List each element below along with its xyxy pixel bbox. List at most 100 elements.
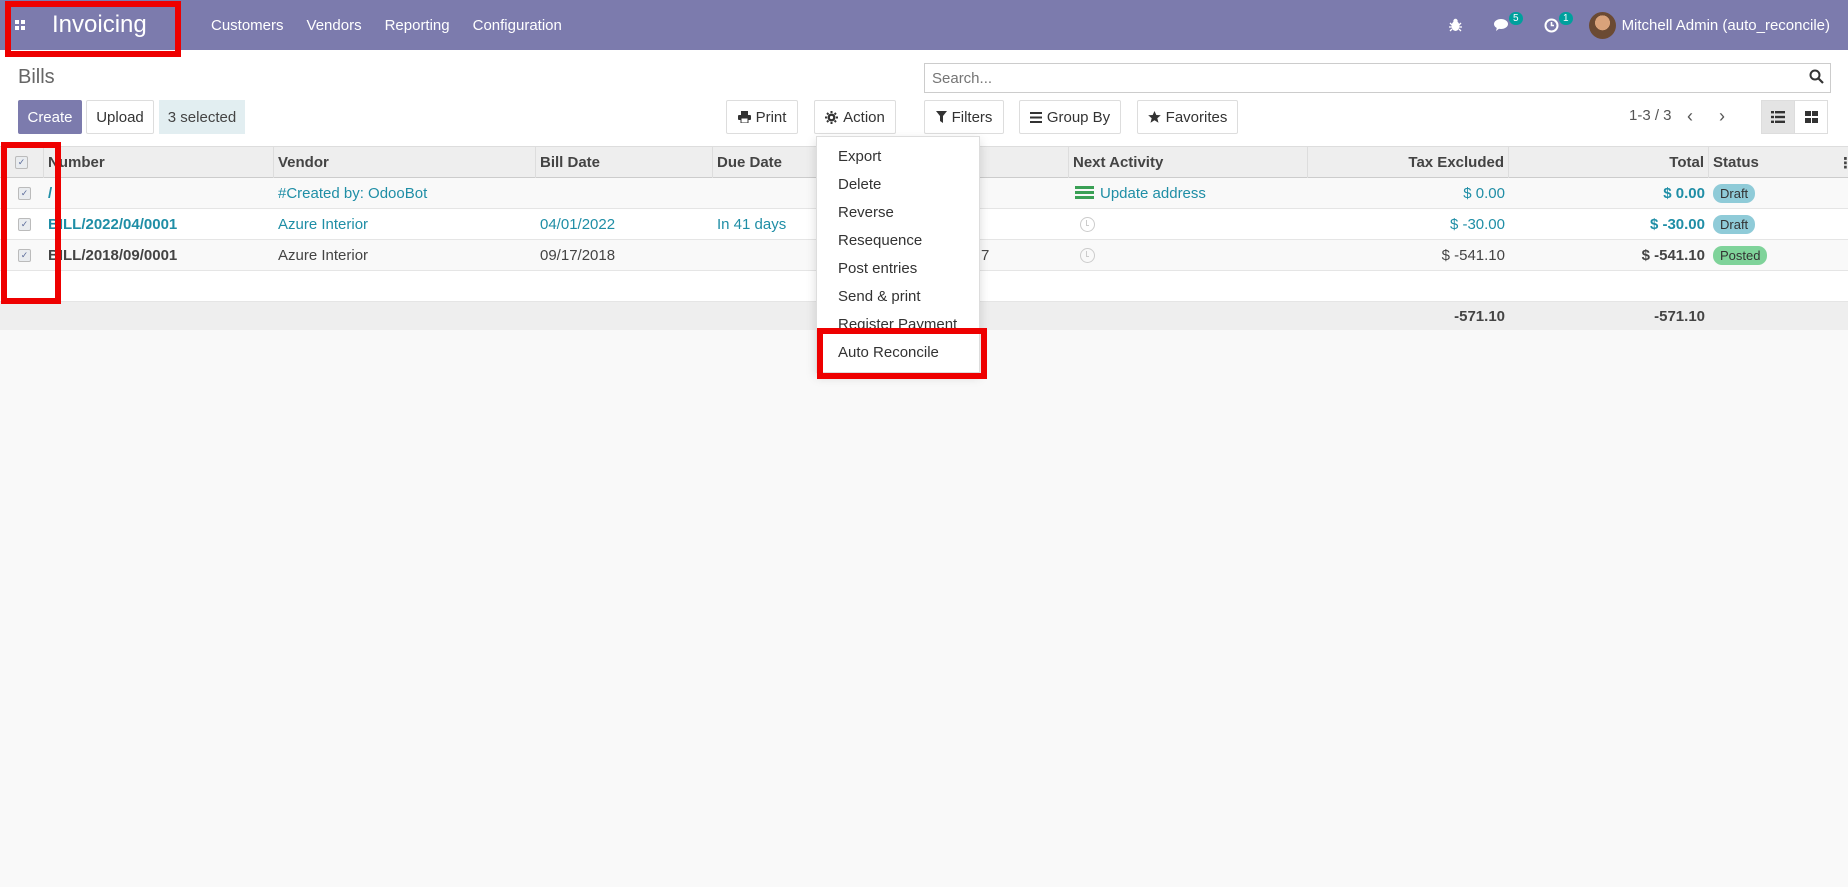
cell-vendor: #Created by: OdooBot [278, 185, 428, 202]
cell-tax-excluded: $ 0.00 [1463, 185, 1505, 202]
search-bar [924, 63, 1831, 93]
search-input[interactable] [932, 69, 1792, 87]
favorites-label: Favorites [1165, 108, 1228, 126]
column-vendor[interactable]: Vendor [274, 147, 536, 178]
clock-icon [1080, 248, 1095, 263]
activity-todo-icon [1075, 186, 1094, 201]
menu-configuration[interactable]: Configuration [473, 17, 562, 34]
cell-tax-excluded: $ -30.00 [1449, 216, 1505, 233]
list-view-button[interactable] [1761, 100, 1795, 134]
search-icon[interactable] [1809, 69, 1824, 84]
cell-total: $ -541.10 [1641, 247, 1705, 264]
user-menu[interactable]: Mitchell Admin (auto_reconcile) [1588, 11, 1830, 39]
filter-icon [935, 111, 947, 123]
status-badge: Draft [1713, 184, 1756, 203]
footer-tax-excluded: -571.10 [1454, 307, 1505, 325]
list-icon [1771, 111, 1785, 123]
main-menu: Customers Vendors Reporting Configuratio… [211, 17, 562, 34]
star-icon [1147, 111, 1161, 123]
page-title: Bills [18, 66, 55, 88]
group-by-button[interactable]: Group By [1019, 100, 1121, 134]
cell-number: / [48, 185, 53, 202]
cell-tax-excluded: $ -541.10 [1441, 247, 1505, 264]
cell-vendor: Azure Interior [278, 247, 369, 264]
menu-item-resequence[interactable]: Resequence [838, 232, 922, 249]
cell-total: $ 0.00 [1663, 185, 1705, 202]
menu-item-post-entries[interactable]: Post entries [838, 260, 917, 277]
pager-value[interactable]: 1-3 / 3 [1629, 107, 1672, 124]
action-dropdown-menu: Export Delete Reverse Resequence Post en… [816, 136, 980, 373]
column-number[interactable]: Number [44, 147, 274, 178]
kanban-view-button[interactable] [1794, 100, 1828, 134]
footer-total: -571.10 [1654, 307, 1705, 325]
row-checkbox[interactable]: ✓ [18, 218, 31, 231]
filters-label: Filters [951, 108, 993, 126]
activities-count-badge: 1 [1559, 12, 1573, 25]
messages-count-badge: 5 [1509, 12, 1523, 25]
menu-item-auto-reconcile[interactable]: Auto Reconcile [838, 344, 939, 361]
row-checkbox[interactable]: ✓ [18, 187, 31, 200]
menu-item-register-payment[interactable]: Register Payment [838, 316, 957, 333]
cell-bill-date: 09/17/2018 [540, 247, 616, 264]
column-status[interactable]: Status [1709, 147, 1819, 178]
cell-bill-date: 04/01/2022 [540, 216, 616, 233]
action-button[interactable]: Action [814, 100, 896, 134]
action-label: Action [843, 108, 885, 126]
gear-icon [825, 110, 839, 124]
filters-button[interactable]: Filters [924, 100, 1004, 134]
chevron-left-icon[interactable]: ‹ [1687, 107, 1693, 125]
chevron-right-icon[interactable]: › [1719, 107, 1725, 125]
apps-menu-icon[interactable] [0, 0, 40, 50]
user-name: Mitchell Admin (auto_reconcile) [1621, 16, 1830, 34]
column-next-activity[interactable]: Next Activity [1069, 147, 1308, 178]
row-checkbox-cell[interactable]: ✓ [14, 178, 35, 209]
create-button[interactable]: Create [18, 100, 82, 134]
menu-item-send-print[interactable]: Send & print [838, 288, 921, 305]
menu-customers[interactable]: Customers [211, 17, 284, 34]
menu-reporting[interactable]: Reporting [385, 17, 450, 34]
row-checkbox-cell[interactable]: ✓ [14, 240, 35, 271]
select-all-checkbox[interactable]: ✓ [15, 156, 28, 169]
menu-vendors[interactable]: Vendors [307, 17, 362, 34]
column-total[interactable]: Total [1509, 147, 1709, 178]
activities-icon[interactable]: 1 [1541, 12, 1573, 36]
menu-item-export[interactable]: Export [838, 148, 881, 165]
favorites-button[interactable]: Favorites [1137, 100, 1238, 134]
cell-next-activity[interactable]: Update address [1071, 178, 1210, 209]
column-tax-excluded[interactable]: Tax Excluded [1308, 147, 1509, 178]
upload-label: Upload [96, 108, 144, 126]
messages-icon[interactable]: 5 [1491, 12, 1523, 36]
activity-label: Update address [1100, 185, 1206, 202]
bug-icon[interactable] [1445, 14, 1467, 36]
avatar [1588, 11, 1616, 39]
cell-number: BILL/2022/04/0001 [48, 216, 178, 233]
kanban-icon [1804, 111, 1818, 123]
control-panel: Bills Create Upload 3 selected Print Act… [0, 50, 1848, 146]
cell-status: Draft [1709, 209, 1759, 240]
column-bill-date[interactable]: Bill Date [536, 147, 713, 178]
print-button[interactable]: Print [726, 100, 798, 134]
app-title[interactable]: Invoicing [52, 11, 182, 39]
cell-status: Posted [1709, 240, 1771, 271]
menu-item-delete[interactable]: Delete [838, 176, 881, 193]
top-navbar: Invoicing Customers Vendors Reporting Co… [0, 0, 1848, 50]
row-checkbox-cell[interactable]: ✓ [14, 209, 35, 240]
status-badge: Draft [1713, 215, 1756, 234]
select-all-checkbox-cell[interactable]: ✓ [0, 147, 44, 178]
cell-status: Draft [1709, 178, 1759, 209]
selected-count: 3 selected [159, 100, 245, 134]
bars-icon [1029, 111, 1042, 123]
upload-button[interactable]: Upload [86, 100, 154, 134]
cell-due-date [713, 240, 721, 271]
status-badge: Posted [1713, 246, 1768, 265]
cell-due-date [713, 178, 721, 209]
print-label: Print [755, 108, 787, 126]
cell-next-activity[interactable] [1076, 240, 1099, 271]
optional-columns-icon[interactable]: ⋮ [1834, 147, 1848, 178]
cell-number: BILL/2018/09/0001 [48, 247, 178, 264]
row-checkbox[interactable]: ✓ [18, 249, 31, 262]
menu-item-reverse[interactable]: Reverse [838, 204, 894, 221]
cell-next-activity[interactable] [1076, 209, 1099, 240]
group-by-label: Group By [1046, 108, 1111, 126]
cell-vendor: Azure Interior [278, 216, 369, 233]
